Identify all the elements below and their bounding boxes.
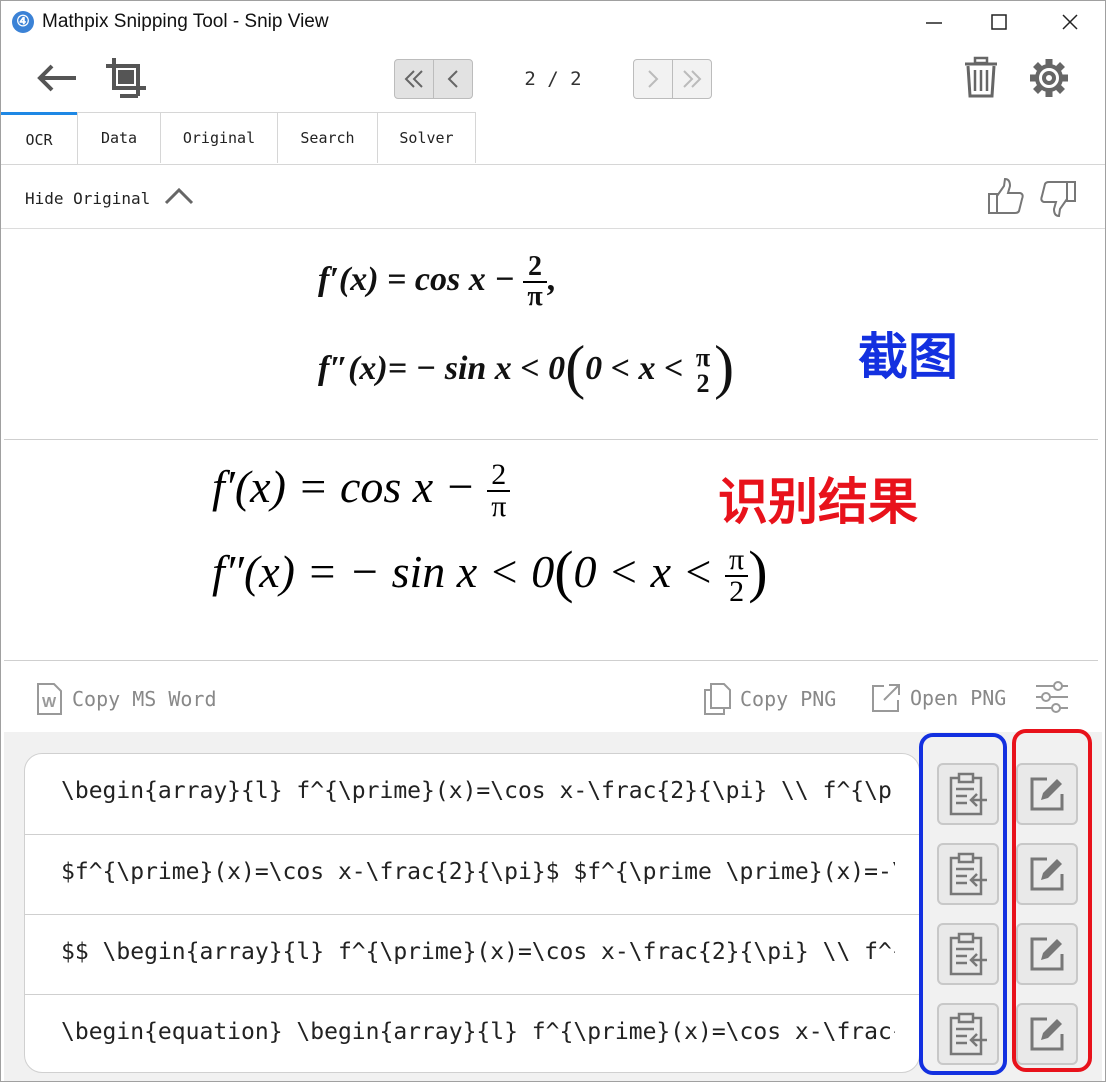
list-item[interactable]: \begin{array}{l} f^{\prime}(x)=\cos x-\f… — [25, 754, 919, 833]
arrow-left-icon — [37, 64, 76, 92]
copy-icon — [704, 683, 731, 715]
edit-buttons-highlight-box — [1012, 729, 1092, 1072]
next-nav-group — [633, 59, 712, 99]
prev-page-button[interactable] — [433, 60, 472, 98]
copy-png-label: Copy PNG — [740, 687, 837, 711]
latex-format-text: $f^{\prime}(x)=\cos x-\frac{2}{\pi}$ $f^… — [61, 859, 895, 885]
tab-original[interactable]: Original — [160, 112, 278, 163]
chevron-left-icon — [447, 70, 458, 88]
double-chevron-left-icon — [404, 70, 423, 88]
trash-icon — [965, 56, 997, 98]
double-chevron-right-icon — [683, 70, 702, 88]
open-png-label: Open PNG — [910, 686, 1007, 710]
result-tabs: OCR Data Original Search Solver — [0, 112, 1106, 165]
sliders-icon — [1036, 681, 1068, 713]
prev-nav-group — [394, 59, 473, 99]
snip-annotation-label: 截图 — [858, 329, 958, 385]
list-item[interactable]: \begin{equation} \begin{array}{l} f^{\pr… — [25, 994, 919, 1072]
thumbs-down-button[interactable] — [1038, 179, 1078, 219]
close-icon — [1062, 14, 1078, 30]
format-settings-button[interactable] — [1034, 680, 1070, 714]
copy-ms-word-label: Copy MS Word — [72, 687, 217, 711]
tab-ocr[interactable]: OCR — [0, 112, 78, 164]
open-png-button[interactable]: Open PNG — [870, 682, 1006, 714]
rendered-result: f′(x) = cos x − 2π f″(x) = − sin x < 0(0… — [4, 440, 1098, 661]
chevron-right-icon — [648, 70, 659, 88]
settings-button[interactable] — [1027, 56, 1071, 100]
result-equation-line-1: f′(x) = cos x − 2π — [212, 460, 511, 522]
original-equation-line-1: f′(x) = cos x − 2π, — [318, 251, 556, 312]
copy-png-button[interactable]: Copy PNG — [702, 682, 836, 716]
last-page-button[interactable] — [672, 60, 711, 98]
close-window-button[interactable] — [1052, 8, 1088, 36]
original-toggle-row: Hide Original — [0, 165, 1106, 229]
crop-snip-icon — [106, 58, 146, 98]
hide-original-label: Hide Original — [25, 189, 151, 208]
back-button[interactable] — [34, 56, 82, 100]
page-indicator: 2 / 2 — [524, 68, 582, 90]
svg-text:W: W — [42, 694, 57, 711]
action-bar: W Copy MS Word Copy PNG Open PNG — [4, 662, 1098, 732]
app-logo-icon: ④ — [12, 11, 34, 33]
hide-original-toggle[interactable]: Hide Original — [25, 187, 194, 208]
next-page-button[interactable] — [634, 60, 672, 98]
maximize-icon — [991, 14, 1007, 30]
maximize-button[interactable] — [981, 8, 1017, 36]
copy-ms-word-button[interactable]: W Copy MS Word — [34, 682, 217, 716]
external-link-icon — [872, 684, 900, 712]
thumbs-down-icon — [1040, 181, 1076, 218]
tab-data[interactable]: Data — [77, 112, 161, 163]
copy-buttons-highlight-box — [919, 733, 1007, 1075]
delete-button[interactable] — [962, 56, 1000, 100]
word-doc-icon: W — [37, 683, 62, 715]
title-bar: ④ Mathpix Snipping Tool - Snip View — [0, 0, 1106, 44]
latex-format-text: $$ \begin{array}{l} f^{\prime}(x)=\cos x… — [61, 939, 895, 965]
original-equation-line-2: f″(x)= − sin x < 0(0 < x < π 2) — [318, 334, 735, 400]
latex-formats-list: \begin{array}{l} f^{\prime}(x)=\cos x-\f… — [24, 753, 920, 1073]
first-page-button[interactable] — [395, 60, 433, 98]
thumbs-up-button[interactable] — [986, 177, 1026, 217]
latex-format-text: \begin{equation} \begin{array}{l} f^{\pr… — [61, 1019, 895, 1045]
list-item[interactable]: $$ \begin{array}{l} f^{\prime}(x)=\cos x… — [25, 914, 919, 993]
new-snip-button[interactable] — [104, 56, 150, 102]
list-item[interactable]: $f^{\prime}(x)=\cos x-\frac{2}{\pi}$ $f^… — [25, 834, 919, 913]
minimize-button[interactable] — [916, 8, 952, 36]
minimize-icon — [926, 22, 942, 24]
result-equation-line-2: f″(x) = − sin x < 0(0 < x < π 2) — [212, 539, 768, 609]
chevron-up-icon — [164, 187, 193, 205]
toolbar: 2 / 2 — [0, 44, 1106, 114]
gear-icon — [1030, 59, 1068, 97]
window-title: Mathpix Snipping Tool - Snip View — [42, 11, 329, 32]
tab-search[interactable]: Search — [277, 112, 378, 163]
tab-solver[interactable]: Solver — [377, 112, 476, 163]
thumbs-up-icon — [988, 177, 1024, 214]
result-annotation-label: 识别结果 — [718, 474, 918, 530]
latex-format-text: \begin{array}{l} f^{\prime}(x)=\cos x-\f… — [61, 778, 895, 804]
